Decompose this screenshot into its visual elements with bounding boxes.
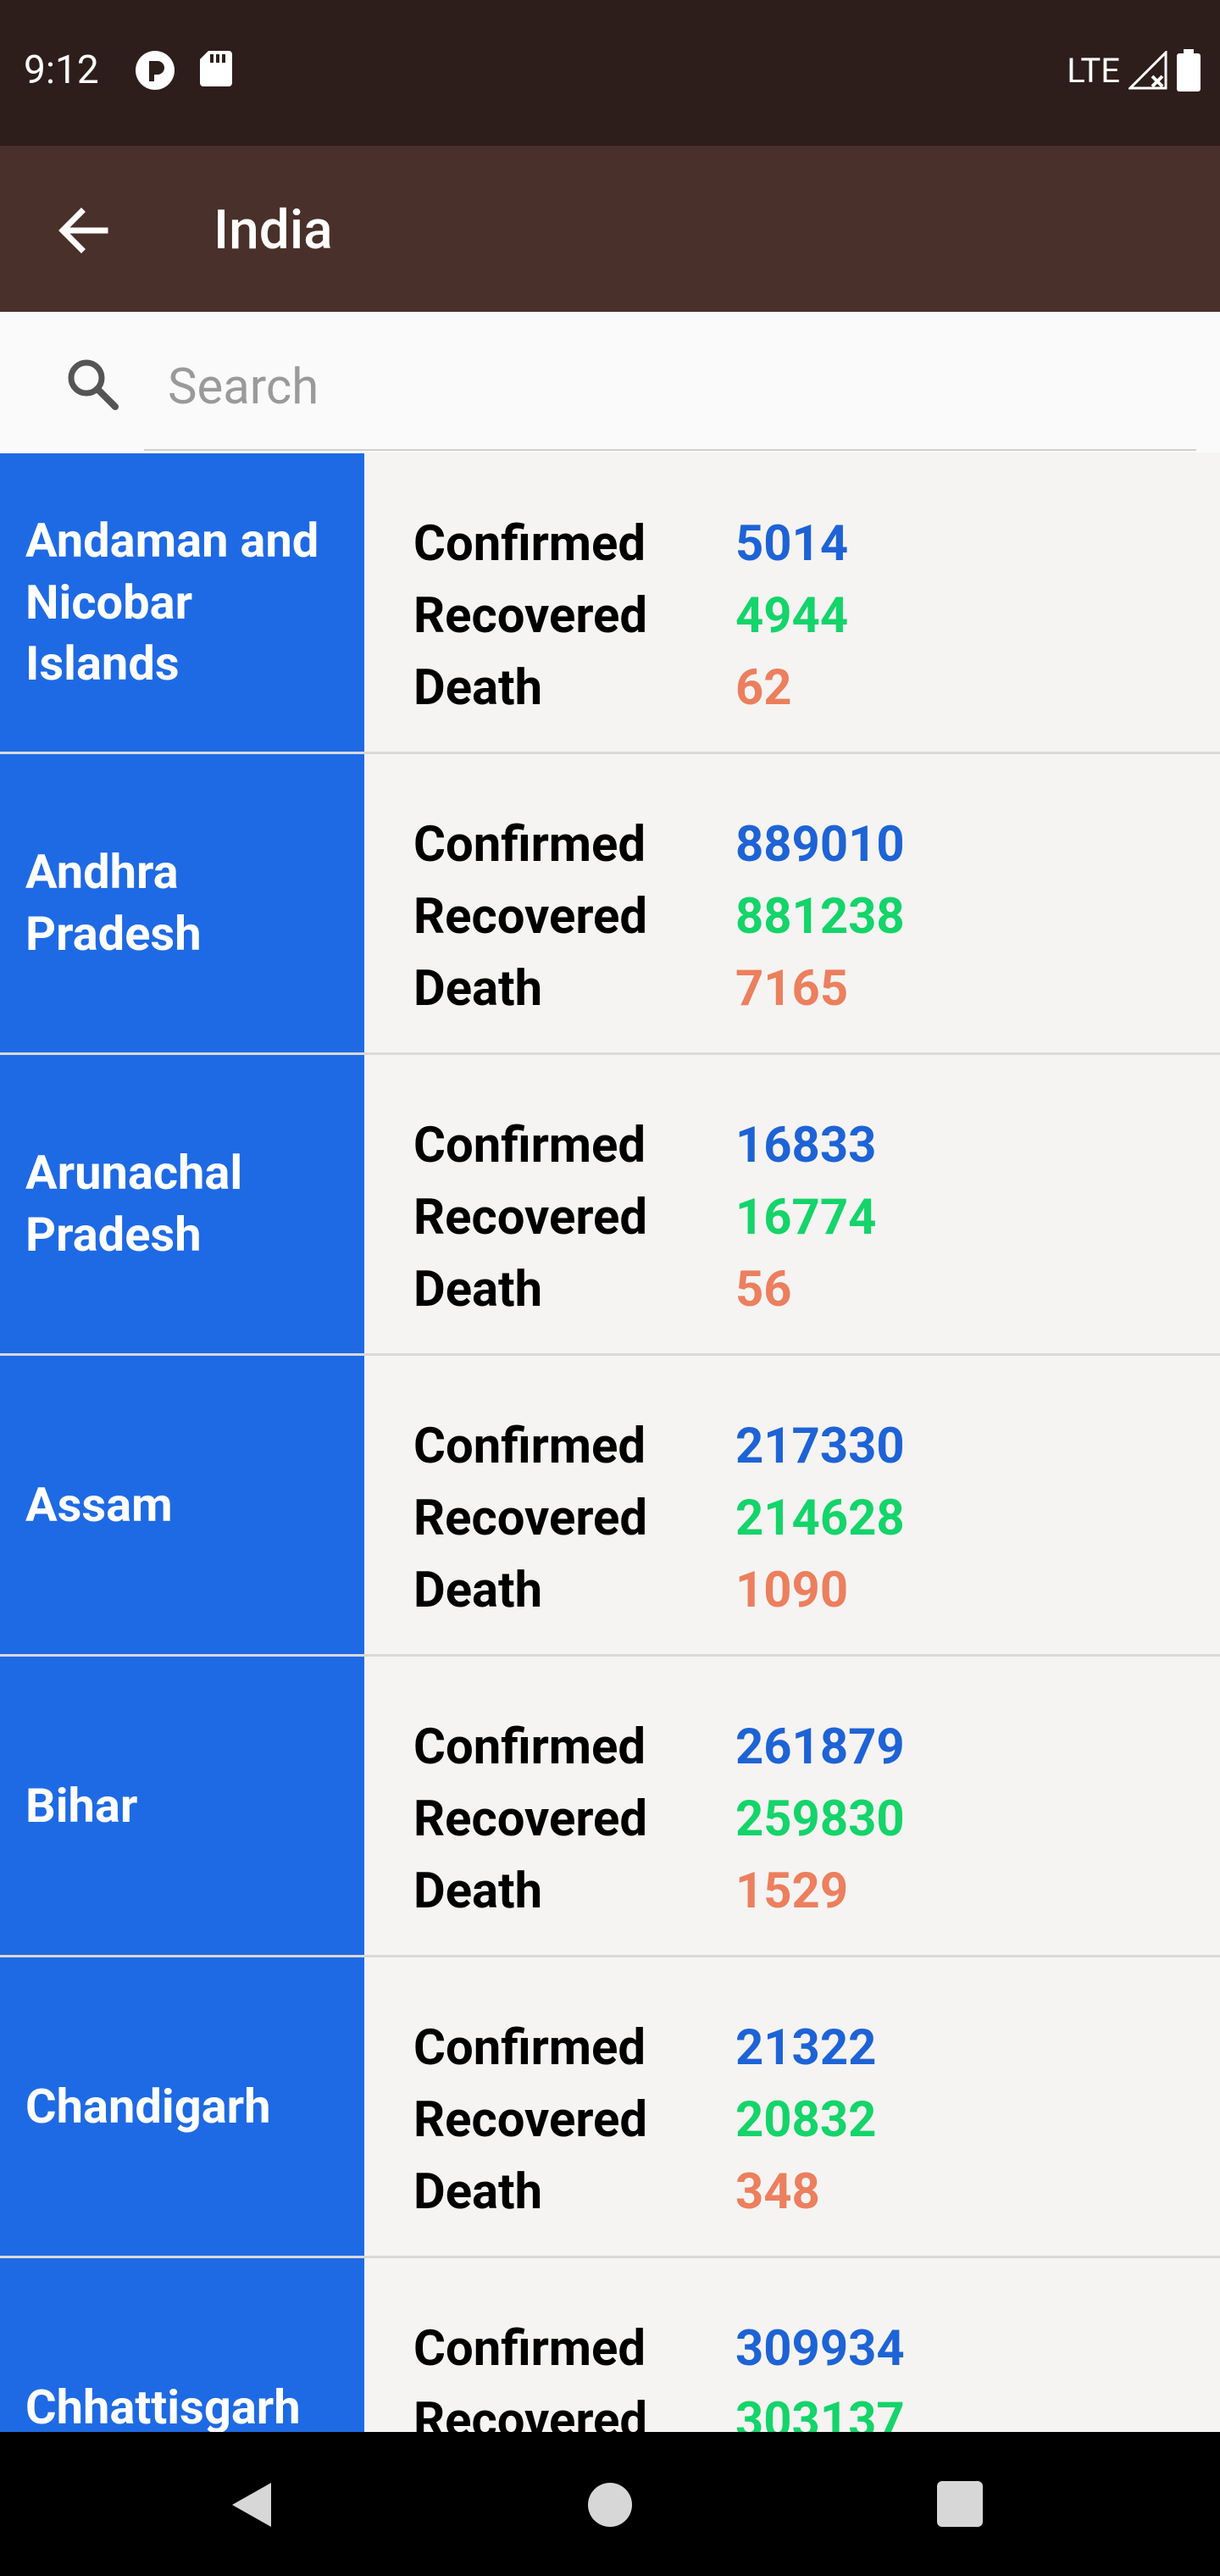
death-label: Death <box>413 2162 543 2221</box>
confirmed-value: 889010 <box>735 815 905 874</box>
state-list[interactable]: Andaman and Nicobar Islands Confirmed 501… <box>0 453 1220 2559</box>
stats: Confirmed 5014 Recovered 4944 Death 62 <box>364 453 848 752</box>
death-value: 348 <box>735 2162 820 2221</box>
recovered-label: Recovered <box>413 1790 648 1848</box>
confirmed-value: 21322 <box>735 2018 877 2077</box>
recovered-label: Recovered <box>413 586 648 645</box>
recovered-value: 214628 <box>735 1489 905 1547</box>
death-value: 7165 <box>735 959 849 1018</box>
confirmed-value: 217330 <box>735 1417 905 1475</box>
search-input[interactable] <box>144 349 1220 425</box>
death-label: Death <box>413 1862 543 1920</box>
confirmed-value: 16833 <box>735 1116 877 1174</box>
state-name: Arunachal Pradesh <box>0 1055 364 1353</box>
stats: Confirmed 16833 Recovered 16774 Death 56 <box>364 1055 876 1353</box>
state-name: Chandigarh <box>0 1957 364 2256</box>
confirmed-label: Confirmed <box>413 1417 646 1475</box>
confirmed-value: 309934 <box>735 2319 905 2378</box>
nav-back-icon[interactable] <box>229 2481 273 2529</box>
stats: Confirmed 217330 Recovered 214628 Death 109… <box>364 1356 905 1654</box>
recovered-value: 259830 <box>735 1790 905 1848</box>
recovered-value: 881238 <box>735 887 905 946</box>
recovered-value: 20832 <box>735 2090 877 2149</box>
death-value: 1090 <box>735 1561 849 1619</box>
list-item[interactable]: Bihar Confirmed 261879 Recovered 259830 De… <box>0 1657 1220 1957</box>
state-name: Bihar <box>0 1657 364 1955</box>
recovered-label: Recovered <box>413 2090 648 2149</box>
recovered-label: Recovered <box>413 1489 648 1547</box>
signal-icon <box>1128 51 1167 90</box>
list-item[interactable]: Andhra Pradesh Confirmed 889010 Recovered… <box>0 754 1220 1055</box>
recovered-value: 4944 <box>735 586 849 645</box>
confirmed-label: Confirmed <box>413 815 646 874</box>
sd-card-icon <box>200 51 232 86</box>
list-item[interactable]: Chandigarh Confirmed 21322 Recovered 20832… <box>0 1957 1220 2258</box>
app-bar: India <box>0 146 1220 312</box>
status-icons-right: LTE <box>1067 49 1201 92</box>
state-name: Andhra Pradesh <box>0 754 364 1052</box>
stats: Confirmed 21322 Recovered 20832 Death 348 <box>364 1957 876 2256</box>
notification-icon <box>136 51 175 90</box>
death-value: 56 <box>735 1260 792 1319</box>
death-value: 62 <box>735 658 792 717</box>
system-nav-bar <box>0 2432 1220 2576</box>
search-underline <box>144 449 1196 451</box>
battery-icon <box>1177 49 1201 92</box>
stats: Confirmed 889010 Recovered 881238 Death 716… <box>364 754 905 1052</box>
recovered-value: 16774 <box>735 1188 877 1246</box>
death-label: Death <box>413 658 543 717</box>
nav-recents-icon[interactable] <box>937 2481 983 2527</box>
search-icon <box>68 359 119 410</box>
status-bar: 9:12 LTE <box>0 0 1220 146</box>
confirmed-label: Confirmed <box>413 2018 646 2077</box>
death-label: Death <box>413 1260 543 1319</box>
list-item[interactable]: Assam Confirmed 217330 Recovered 214628 De… <box>0 1356 1220 1657</box>
confirmed-label: Confirmed <box>413 514 646 573</box>
confirmed-value: 261879 <box>735 1718 905 1776</box>
list-item[interactable]: Arunachal Pradesh Confirmed 16833 Recover… <box>0 1055 1220 1356</box>
network-type: LTE <box>1067 50 1120 91</box>
confirmed-label: Confirmed <box>413 1718 646 1776</box>
state-name: Andaman and Nicobar Islands <box>0 453 364 752</box>
page-title: India <box>214 198 333 262</box>
recovered-label: Recovered <box>413 1188 648 1246</box>
recovered-label: Recovered <box>413 887 648 946</box>
list-item[interactable]: Andaman and Nicobar Islands Confirmed 501… <box>0 453 1220 754</box>
confirmed-label: Confirmed <box>413 2319 646 2378</box>
status-time: 9:12 <box>24 47 99 93</box>
stats: Confirmed 261879 Recovered 259830 Death 152… <box>364 1657 905 1955</box>
state-name: Assam <box>0 1356 364 1654</box>
death-label: Death <box>413 1561 543 1619</box>
confirmed-value: 5014 <box>735 514 849 573</box>
nav-home-icon[interactable] <box>588 2483 632 2527</box>
back-arrow-icon[interactable] <box>49 197 117 264</box>
status-icons-left <box>134 49 232 92</box>
death-label: Death <box>413 959 543 1018</box>
death-value: 1529 <box>735 1862 849 1920</box>
search-bar <box>0 312 1220 452</box>
confirmed-label: Confirmed <box>413 1116 646 1174</box>
